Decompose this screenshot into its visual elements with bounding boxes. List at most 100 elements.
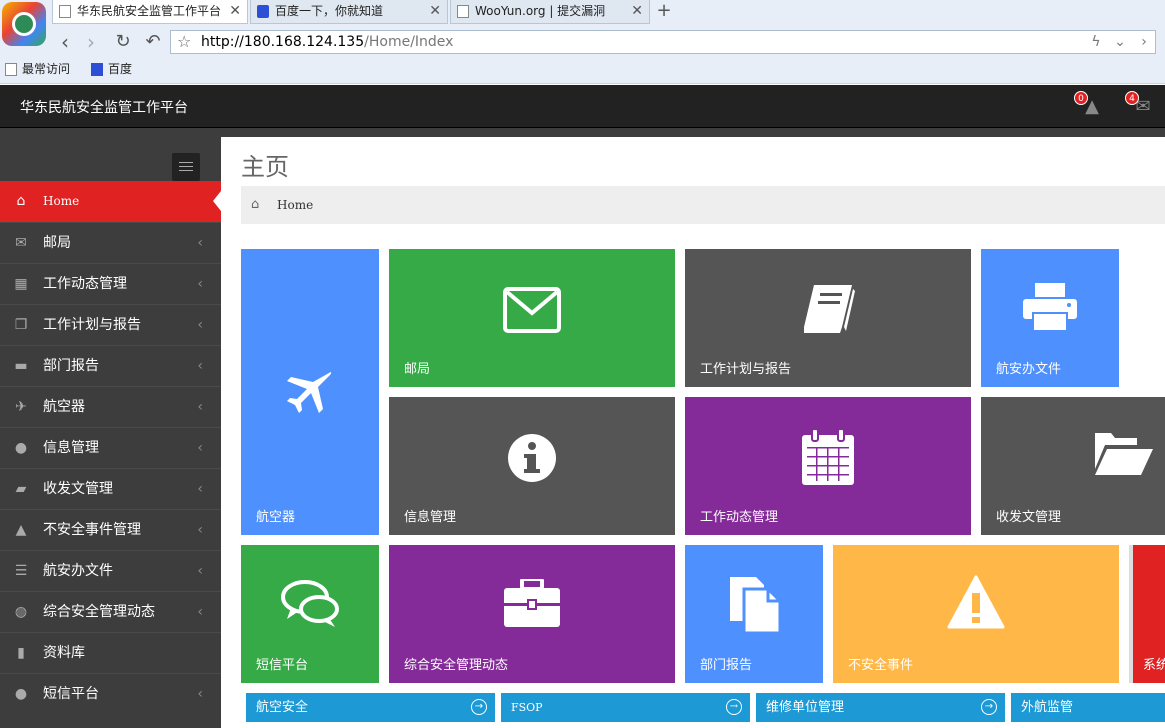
tile-unsafe-event[interactable]: 不安全事件: [833, 545, 1119, 683]
print-icon: [981, 283, 1119, 335]
browser-tab-wooyun[interactable]: WooYun.org | 提交漏洞 ✕: [450, 0, 650, 24]
sidebar-item-info-mgmt[interactable]: ● 信息管理 ‹: [0, 427, 221, 468]
tile-label: 工作动态管理: [700, 510, 779, 525]
subtile-label: 航空安全: [256, 700, 309, 715]
sidebar-item-plan-report[interactable]: ❐ 工作计划与报告 ‹: [0, 304, 221, 345]
tile-label: 航安办文件: [996, 362, 1062, 377]
sidebar-item-work-dynamics[interactable]: ▦ 工作动态管理 ‹: [0, 263, 221, 304]
close-icon[interactable]: ✕: [229, 0, 241, 23]
chevron-left-icon: ‹: [197, 563, 203, 579]
close-icon[interactable]: ✕: [429, 0, 441, 23]
lightning-icon[interactable]: ϟ: [1085, 31, 1107, 53]
sidebar-item-doc-dispatch[interactable]: ▰ 收发文管理 ‹: [0, 468, 221, 509]
reload-icon[interactable]: ↻: [110, 29, 136, 55]
subtile-aviation-safety[interactable]: 航空安全 →: [246, 693, 495, 722]
sidebar-item-dept-report[interactable]: ▬ 部门报告 ‹: [0, 345, 221, 386]
star-icon[interactable]: ☆: [177, 31, 191, 53]
browser-tab-baidu[interactable]: 百度一下，你就知道 ✕: [250, 0, 448, 24]
sidebar-item-label: 短信平台: [43, 686, 99, 702]
sidebar-item-integrated-safety[interactable]: ◍ 综合安全管理动态 ‹: [0, 591, 221, 632]
tile-work-dynamics[interactable]: 工作动态管理: [685, 397, 971, 535]
calendar-icon: ▦: [14, 276, 28, 292]
sidebar-item-label: 工作计划与报告: [43, 317, 141, 333]
alerts-button[interactable]: ▲ 0: [1074, 91, 1104, 119]
calendar-icon: [685, 428, 971, 489]
sidebar-item-label: 资料库: [43, 645, 85, 661]
tile-sms[interactable]: 短信平台: [241, 545, 379, 683]
new-tab-button[interactable]: +: [652, 1, 676, 23]
book-icon: [685, 281, 971, 339]
browser-logo-icon[interactable]: [2, 2, 46, 46]
sidebar-item-library[interactable]: ▮ 资料库: [0, 632, 221, 673]
tab-title: WooYun.org | 提交漏洞: [475, 4, 606, 18]
map-marker-icon: ●: [14, 686, 28, 702]
mail-button[interactable]: ✉ 4: [1125, 91, 1155, 119]
tile-system[interactable]: 系统: [1129, 545, 1165, 683]
dropdown-icon[interactable]: ⌄: [1109, 31, 1131, 53]
sidebar-item-aircraft[interactable]: ✈ 航空器 ‹: [0, 386, 221, 427]
tile-info-mgmt[interactable]: 信息管理: [389, 397, 675, 535]
breadcrumb: ⌂ Home: [241, 186, 1165, 224]
briefcase-icon: [389, 577, 675, 631]
warning-icon: ▲: [15, 522, 27, 538]
baidu-icon: [257, 5, 269, 18]
close-icon[interactable]: ✕: [631, 0, 643, 23]
home-icon: ⌂: [16, 193, 26, 209]
subtile-foreign-airline-oversight[interactable]: 外航监管: [1011, 693, 1165, 722]
sidebar-toggle-button[interactable]: [172, 153, 200, 181]
sidebar: ⌂ Home ✉ 邮局 ‹ ▦ 工作动态管理 ‹ ❐ 工作计划与报告 ‹ ▬ 部…: [0, 128, 221, 728]
mail-badge: 4: [1125, 91, 1139, 105]
sidebar-item-label: 航安办文件: [43, 563, 113, 579]
sidebar-item-label: 综合安全管理动态: [43, 604, 155, 620]
sidebar-item-sms[interactable]: ● 短信平台 ‹: [0, 673, 221, 714]
tab-title: 百度一下，你就知道: [275, 4, 384, 18]
warning-icon: [833, 575, 1119, 633]
tile-aircraft[interactable]: 航空器: [241, 249, 379, 535]
arrow-circle-right-icon: →: [726, 699, 742, 715]
baidu-icon: [91, 63, 103, 76]
tile-dept-report[interactable]: 部门报告: [685, 545, 823, 683]
bookmark-most-visited[interactable]: 最常访问: [2, 58, 70, 80]
tile-label: 短信平台: [256, 658, 309, 673]
go-icon[interactable]: ›: [1133, 31, 1155, 53]
tile-label: 航空器: [256, 510, 296, 525]
app-title[interactable]: 华东民航安全监管工作平台: [20, 97, 188, 117]
tile-plan-report[interactable]: 工作计划与报告: [685, 249, 971, 387]
sidebar-item-safety-office-docs[interactable]: ☰ 航安办文件 ‹: [0, 550, 221, 591]
browser-tab-platform[interactable]: 华东民航安全监管工作平台 ✕: [52, 0, 248, 24]
envelope-icon: ✉: [15, 235, 27, 251]
back-icon[interactable]: ‹: [52, 29, 78, 55]
bookmark-label: 百度: [108, 62, 133, 76]
tile-safety-office-docs[interactable]: 航安办文件: [981, 249, 1119, 387]
tile-mail[interactable]: 邮局: [389, 249, 675, 387]
undo-icon[interactable]: ↶: [140, 29, 166, 55]
forward-icon[interactable]: ›: [78, 29, 104, 55]
sidebar-item-unsafe-events[interactable]: ▲ 不安全事件管理 ‹: [0, 509, 221, 550]
chevron-left-icon: ‹: [197, 358, 203, 374]
sidebar-item-label: 收发文管理: [43, 481, 113, 497]
tile-label: 工作计划与报告: [700, 362, 792, 377]
browser-chrome: 华东民航安全监管工作平台 ✕ 百度一下，你就知道 ✕ WooYun.org | …: [0, 0, 1165, 84]
tile-integrated-safety[interactable]: 综合安全管理动态: [389, 545, 675, 683]
subtile-label: 维修单位管理: [766, 700, 845, 715]
tile-label: 信息管理: [404, 510, 457, 525]
breadcrumb-home-link[interactable]: Home: [277, 198, 313, 212]
subtile-fsop[interactable]: FSOP →: [501, 693, 750, 722]
subtile-maintenance-units[interactable]: 维修单位管理 →: [756, 693, 1005, 722]
url-host: http://180.168.124.135: [201, 34, 365, 50]
home-icon: ⌂: [251, 197, 260, 212]
address-bar[interactable]: ☆ http://180.168.124.135/Home/Index ϟ ⌄ …: [170, 30, 1156, 54]
tasks-icon: ☰: [14, 563, 28, 579]
folder-open-icon: [981, 431, 1165, 481]
tile-label: 部门报告: [700, 658, 753, 673]
tile-label: 不安全事件: [848, 658, 914, 673]
bookmark-baidu[interactable]: 百度: [88, 58, 132, 80]
main-content: 主页 ⌂ Home 航空器 邮局 工作计划与报告 航安办文件 信息管理 工作动态…: [221, 137, 1165, 728]
header-gap: [221, 128, 1165, 137]
sidebar-item-home[interactable]: ⌂ Home: [0, 181, 221, 222]
tile-label: 收发文管理: [996, 510, 1062, 525]
page-icon: [5, 63, 17, 76]
sidebar-item-mail[interactable]: ✉ 邮局 ‹: [0, 222, 221, 263]
tile-doc-dispatch[interactable]: 收发文管理: [981, 397, 1165, 535]
plane-icon: ✈: [15, 399, 27, 415]
